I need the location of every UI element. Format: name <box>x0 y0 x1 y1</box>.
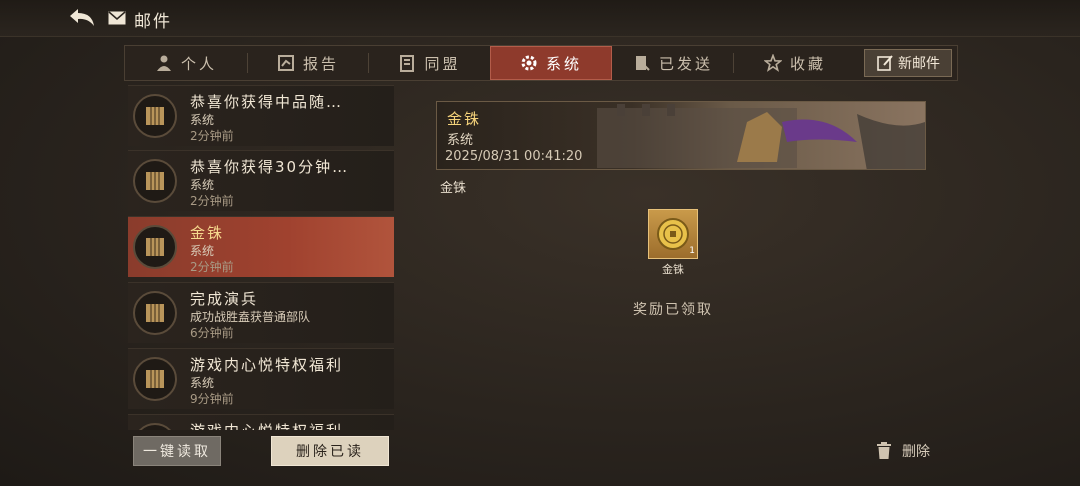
tab-favorites[interactable]: 收藏 <box>734 46 856 80</box>
mail-list-item[interactable]: 完成演兵 成功战胜盍获普通部队 6分钟前 <box>128 282 394 343</box>
mail-list[interactable]: 恭喜你获得中品随… 系统 2分钟前 恭喜你获得30分钟… 系统 2分钟前 金铢 … <box>124 85 398 430</box>
alliance-icon <box>400 55 415 72</box>
mail-list-item[interactable]: 游戏内心悦特权福利 系统 9分钟前 <box>128 348 394 409</box>
tab-system[interactable]: 系统 <box>490 46 612 80</box>
new-mail-button[interactable]: 新邮件 <box>864 49 952 77</box>
report-icon <box>277 55 294 71</box>
mail-banner: 金铢 系统 2025/08/31 00:41:20 <box>436 101 926 170</box>
mail-scroll-icon <box>133 94 177 138</box>
mail-list-item[interactable]: 恭喜你获得30分钟… 系统 2分钟前 <box>128 150 394 211</box>
mail-body: 金铢 <box>440 181 467 196</box>
mail-scroll-icon <box>133 357 177 401</box>
delete-button[interactable]: 删除 <box>876 441 930 461</box>
mail-scroll-icon <box>133 423 177 430</box>
top-bar: 邮件 <box>0 0 1080 37</box>
tab-label: 已发送 <box>658 54 713 73</box>
read-all-button[interactable]: 一键读取 <box>133 436 221 466</box>
mail-list-item[interactable]: 游戏内心悦特权福利 <box>128 414 394 430</box>
tab-report[interactable]: 报告 <box>248 46 368 80</box>
tab-personal[interactable]: 个人 <box>125 46 247 80</box>
page-title: 邮件 <box>134 12 172 32</box>
mail-title: 恭喜你获得30分钟… <box>190 158 350 176</box>
mail-detail-time: 2025/08/31 00:41:20 <box>445 149 583 164</box>
tab-alliance[interactable]: 同盟 <box>369 46 490 80</box>
mail-title: 恭喜你获得中品随… <box>190 93 344 111</box>
mail-sender: 成功战胜盍获普通部队 <box>190 310 311 324</box>
sent-icon <box>635 56 650 71</box>
envelope-icon <box>108 11 126 25</box>
tab-label: 收藏 <box>789 54 826 73</box>
tab-label: 系统 <box>545 54 582 73</box>
mail-time: 2分钟前 <box>190 194 234 208</box>
mail-title: 游戏内心悦特权福利 <box>190 420 343 430</box>
tab-label: 同盟 <box>424 54 461 73</box>
mail-detail-title: 金铢 <box>447 110 482 128</box>
tab-label: 个人 <box>180 54 217 73</box>
gear-icon <box>521 55 537 71</box>
star-icon <box>763 54 782 72</box>
delete-read-button[interactable]: 删除已读 <box>271 436 389 466</box>
mail-sender: 系统 <box>190 178 215 192</box>
mail-scroll-icon <box>133 291 177 335</box>
mail-sender: 系统 <box>190 376 215 390</box>
mail-detail-sender: 系统 <box>447 133 474 148</box>
trash-icon <box>877 442 891 459</box>
reward-status: 奖励已领取 <box>633 302 713 318</box>
mail-time: 9分钟前 <box>190 392 234 406</box>
mail-scroll-icon <box>133 225 177 269</box>
mail-time: 2分钟前 <box>190 129 234 143</box>
mail-list-item-selected[interactable]: 金铢 系统 2分钟前 <box>128 216 394 277</box>
reward-count: 1 <box>689 246 695 256</box>
delete-label: 删除 <box>902 444 930 460</box>
reward-item[interactable]: 1 <box>648 209 698 259</box>
mail-time: 2分钟前 <box>190 260 234 274</box>
person-icon <box>156 55 171 71</box>
mail-list-item[interactable]: 恭喜你获得中品随… 系统 2分钟前 <box>128 85 394 146</box>
mail-time: 6分钟前 <box>190 326 234 340</box>
mail-tab-bar: 个人 报告 同盟 系统 已发送 收藏 <box>124 45 958 81</box>
tab-sent[interactable]: 已发送 <box>613 46 733 80</box>
mail-sender: 系统 <box>190 113 215 127</box>
compose-icon <box>877 55 893 71</box>
mail-title: 金铢 <box>190 224 225 242</box>
reward-name: 金铢 <box>662 263 684 276</box>
mail-sender: 系统 <box>190 244 215 258</box>
back-arrow-icon[interactable] <box>66 6 98 30</box>
mail-scroll-icon <box>133 159 177 203</box>
mail-title: 游戏内心悦特权福利 <box>190 356 344 374</box>
tab-label: 报告 <box>302 54 339 73</box>
mail-title: 完成演兵 <box>190 290 259 308</box>
new-mail-label: 新邮件 <box>898 56 940 72</box>
